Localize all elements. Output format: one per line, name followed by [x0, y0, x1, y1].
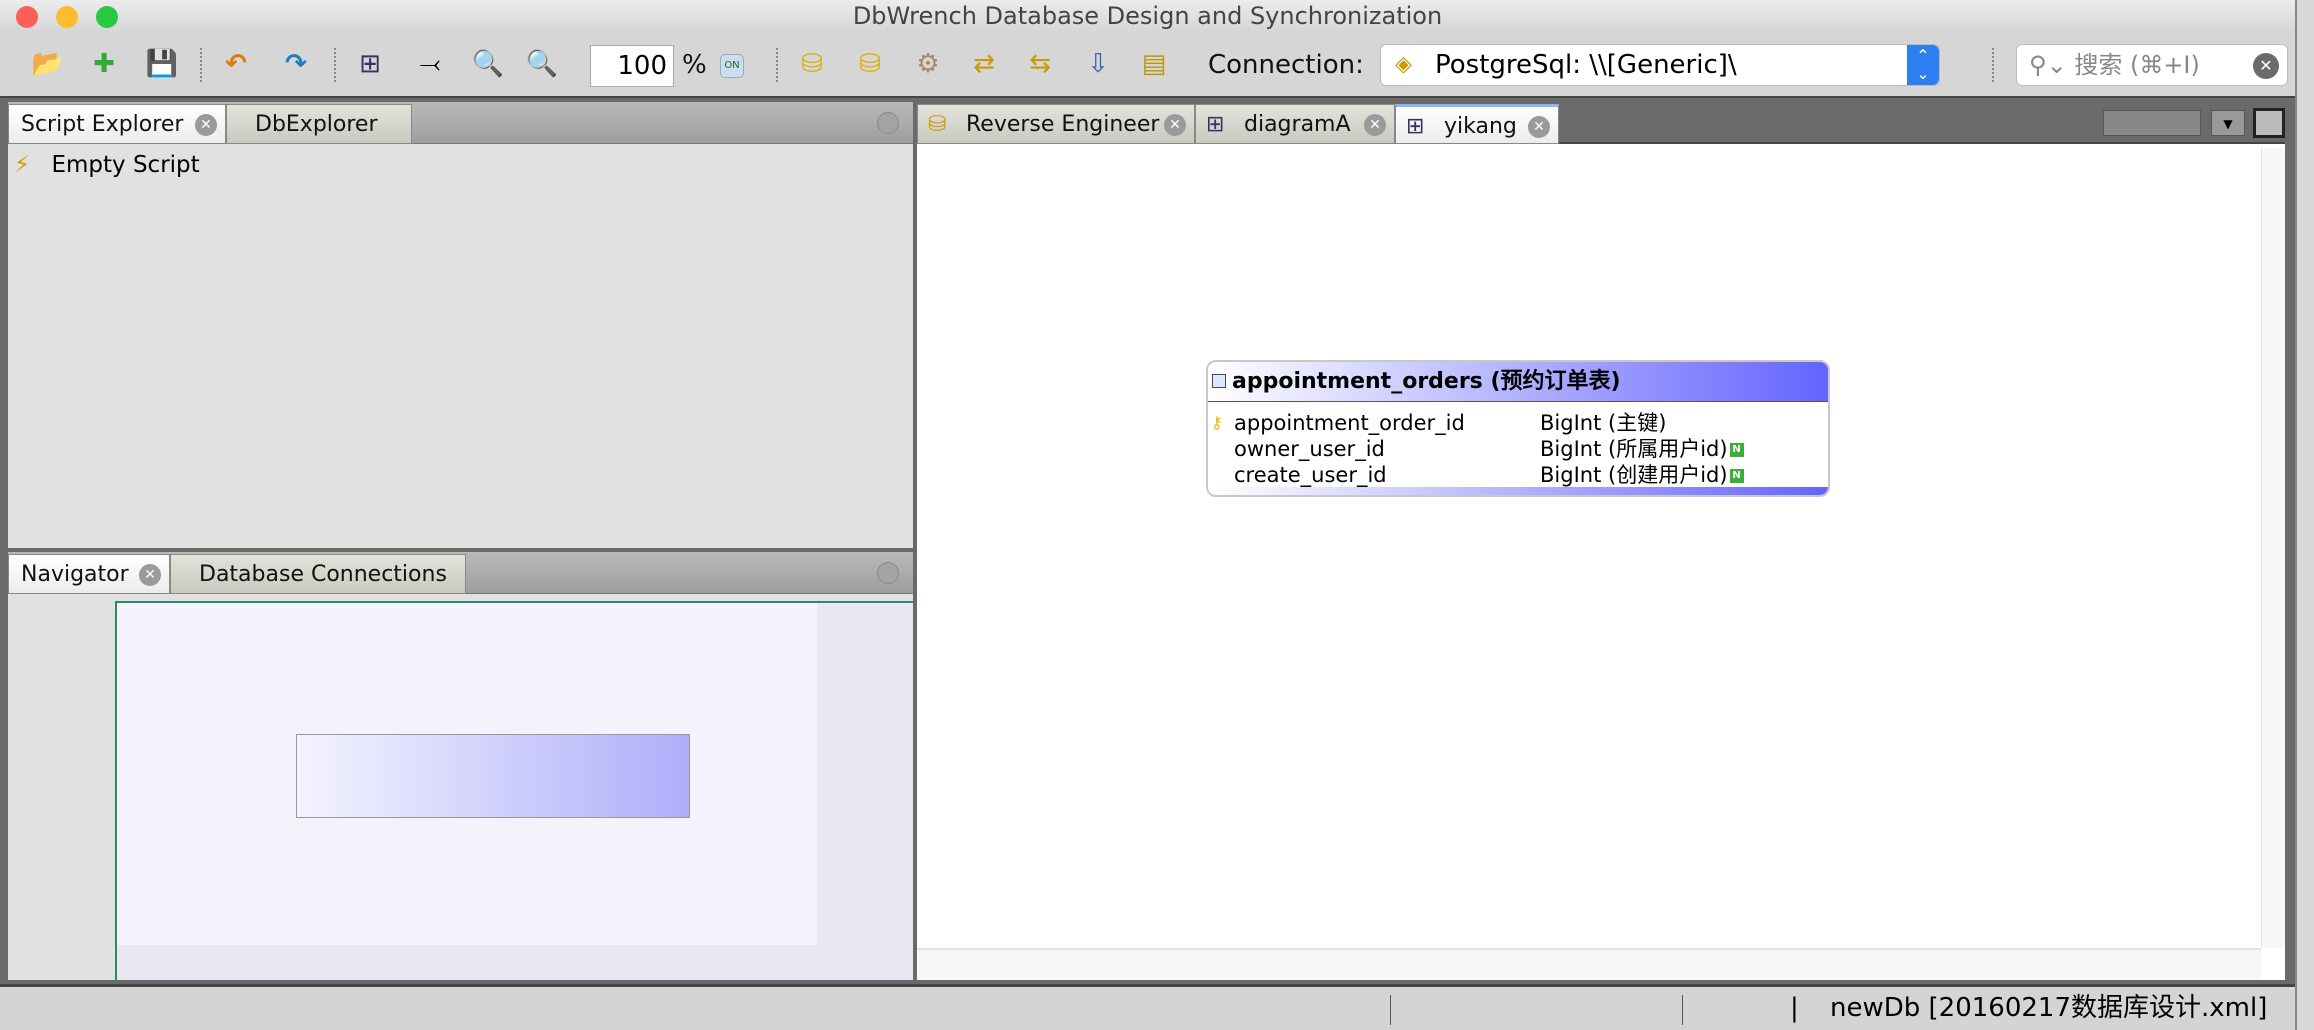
reverse-engineer-icon[interactable]: ⛁	[852, 46, 888, 82]
close-icon[interactable]: ✕	[1528, 116, 1550, 138]
diagram-editor: ⛁ Reverse Engineer ✕ ⊞ diagramA ✕ ⊞ yikang ✕ ▼	[917, 102, 2285, 980]
navigator-overview[interactable]	[115, 601, 913, 980]
vertical-scrollbar[interactable]	[2261, 148, 2285, 948]
project-file: newDb [20160217数据库设计.xml]	[1830, 993, 2268, 1023]
tab-reverse-engineer[interactable]: ⛁ Reverse Engineer ✕	[917, 104, 1195, 144]
close-window-button[interactable]	[16, 6, 38, 28]
table-column-row[interactable]: create_user_id BigInt (创建用户id) N	[1208, 462, 1828, 488]
table-icon	[1212, 374, 1226, 388]
navigator-panel: Navigator ✕ Database Connections	[8, 552, 913, 980]
script-explorer-panel: Script Explorer ✕ DbExplorer ⚡ Empty Scri…	[8, 102, 913, 548]
tab-dbexplorer[interactable]: DbExplorer	[226, 104, 412, 144]
close-icon[interactable]: ✕	[195, 114, 217, 136]
clear-search-icon[interactable]: ✕	[2253, 53, 2279, 79]
zoom-in-icon[interactable]: 🔍	[470, 46, 506, 82]
tab-yikang[interactable]: ⊞ yikang ✕	[1395, 104, 1559, 144]
redo-icon[interactable]: ↷	[278, 46, 314, 82]
maximize-panel-button[interactable]	[2253, 108, 2285, 138]
settings-icon[interactable]: ⚙	[910, 46, 946, 82]
table-column-row[interactable]: ⚷ appointment_order_id BigInt (主键)	[1208, 410, 1828, 436]
close-icon[interactable]: ✕	[1164, 114, 1186, 136]
tab-script-explorer[interactable]: Script Explorer ✕	[8, 104, 226, 144]
sync-icon[interactable]: ⇄	[966, 46, 1002, 82]
forward-engineer-icon[interactable]: ⛁	[794, 46, 830, 82]
script-icon[interactable]: ▤	[1136, 46, 1172, 82]
zoom-unit: %	[682, 50, 707, 80]
window-title: DbWrench Database Design and Synchroniza…	[852, 2, 1443, 30]
table-comment: (预约订单表)	[1490, 369, 1621, 394]
open-icon[interactable]: 📂	[30, 46, 66, 82]
relationship-icon[interactable]: ⤙	[412, 46, 448, 82]
save-icon[interactable]: 💾	[144, 46, 180, 82]
diagram-icon: ⊞	[1206, 112, 1225, 137]
nullable-badge: N	[1729, 443, 1744, 457]
connection-select[interactable]: ◈ PostgreSql: \\[Generic]\ ⌃ ⌄	[1380, 44, 1940, 86]
zoom-fit-icon[interactable]: ON	[720, 54, 744, 78]
close-icon[interactable]: ✕	[139, 564, 161, 586]
new-icon[interactable]: ✚	[86, 46, 122, 82]
sync-all-icon[interactable]: ⇆	[1022, 46, 1058, 82]
status-bar: | newDb [20160217数据库设计.xml]	[0, 984, 2295, 1030]
maximize-window-button[interactable]	[96, 6, 118, 28]
navigator-table-thumbnail	[296, 734, 690, 818]
minimize-panel-button[interactable]	[877, 562, 899, 584]
table-column-row[interactable]: owner_user_id BigInt (所属用户id) N	[1208, 436, 1828, 462]
toolbar: 📂 ✚ 💾 ↶ ↷ ⊞ ⤙ 🔍 🔍 100 % ON ⛁ ⛁ ⚙ ⇄ ⇆ ⇩ ▤…	[0, 32, 2295, 98]
reverse-engineer-icon: ⛁	[928, 112, 947, 137]
search-input[interactable]: ⚲⌄ 搜索 (⌘+I) ✕	[2016, 44, 2288, 86]
minimize-panel-button[interactable]	[877, 112, 899, 134]
export-icon[interactable]: ⇩	[1080, 46, 1116, 82]
script-icon: ⚡	[14, 152, 31, 178]
connection-icon: ◈	[1395, 52, 1412, 77]
tab-navigator[interactable]: Navigator ✕	[8, 554, 170, 594]
background-window	[2295, 0, 2314, 1030]
chevron-updown-icon: ⌃ ⌄	[1907, 45, 1939, 85]
diagram-icon: ⊞	[1406, 114, 1425, 139]
tab-list-dropdown-icon[interactable]: ▼	[2211, 110, 2245, 136]
tab-database-connections[interactable]: Database Connections	[170, 554, 466, 594]
undo-icon[interactable]: ↶	[218, 46, 254, 82]
close-icon[interactable]: ✕	[1364, 114, 1386, 136]
table-name: appointment_orders	[1232, 369, 1483, 394]
table-entity[interactable]: appointment_orders (预约订单表) ⚷ appointment…	[1206, 360, 1830, 497]
tab-diagrama[interactable]: ⊞ diagramA ✕	[1195, 104, 1395, 144]
tab-scroll-buttons[interactable]	[2103, 110, 2201, 136]
zoom-input[interactable]: 100	[590, 45, 674, 87]
list-item[interactable]: ⚡ Empty Script	[14, 152, 200, 178]
search-icon: ⚲⌄	[2029, 51, 2075, 79]
minimize-window-button[interactable]	[56, 6, 78, 28]
table-header[interactable]: appointment_orders (预约订单表)	[1208, 362, 1828, 402]
layout-diagram-icon[interactable]: ⊞	[352, 46, 388, 82]
primary-key-icon: ⚷	[1211, 413, 1223, 432]
horizontal-scrollbar[interactable]	[917, 948, 2261, 980]
connection-label: Connection:	[1208, 50, 1364, 80]
title-bar: DbWrench Database Design and Synchroniza…	[0, 0, 2295, 32]
zoom-out-icon[interactable]: 🔍	[524, 46, 560, 82]
nullable-badge: N	[1729, 469, 1744, 483]
